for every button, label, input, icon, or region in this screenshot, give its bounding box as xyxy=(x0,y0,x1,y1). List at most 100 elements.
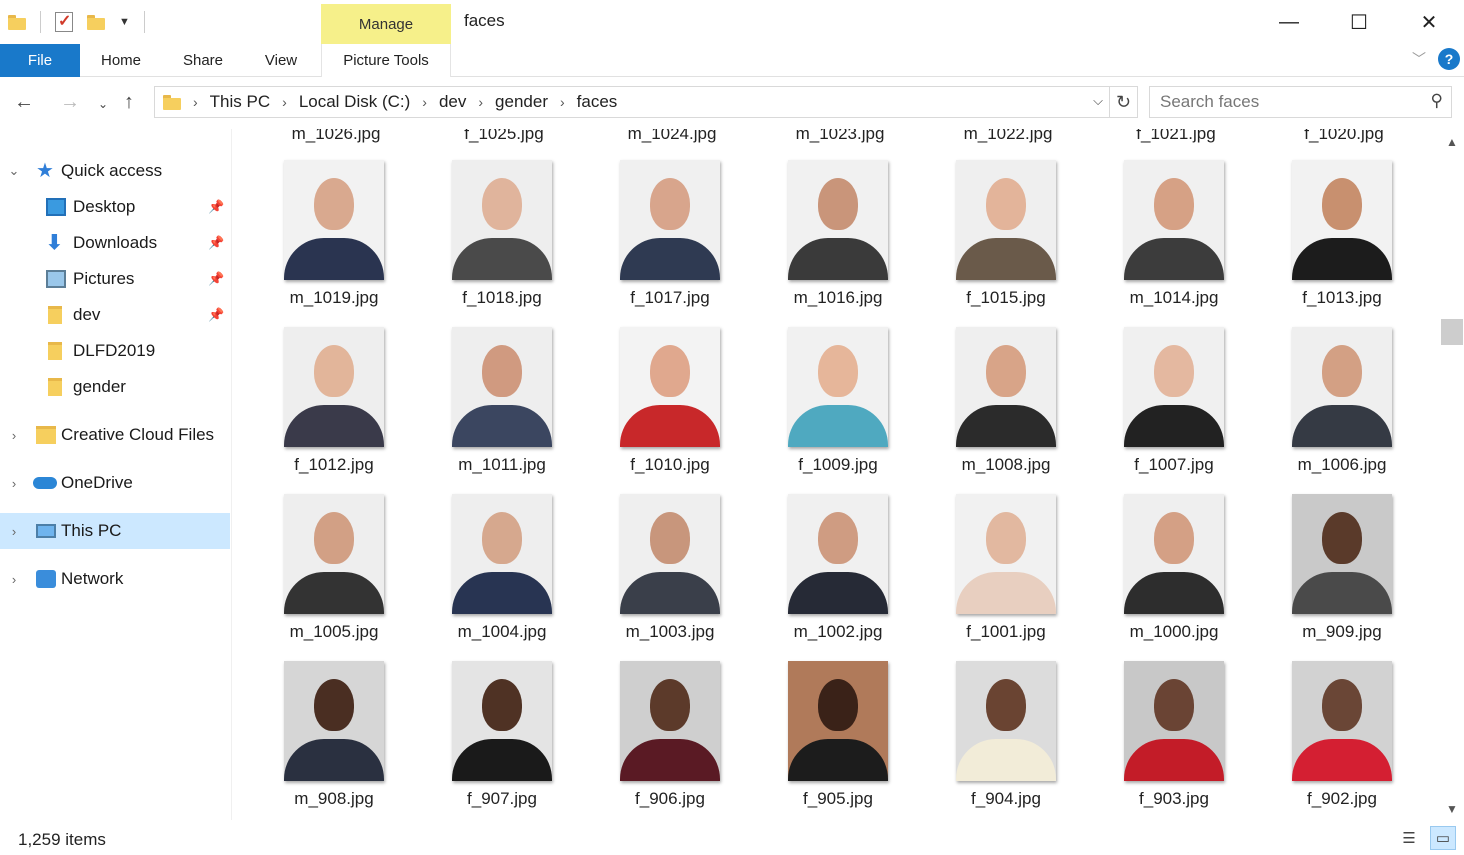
photo-thumbnail[interactable] xyxy=(452,661,552,781)
file-tile[interactable]: m_1004.jpg xyxy=(422,494,582,661)
file-tile[interactable]: m_909.jpg xyxy=(1262,494,1422,661)
pin-icon[interactable]: 📌 xyxy=(208,235,224,251)
close-button[interactable]: ✕ xyxy=(1394,0,1464,44)
tab-picture-tools[interactable]: Picture Tools xyxy=(321,44,451,77)
search-icon[interactable]: ⚲ xyxy=(1431,91,1443,111)
photo-thumbnail[interactable] xyxy=(620,661,720,781)
scrollbar-thumb[interactable] xyxy=(1441,319,1463,345)
file-tile[interactable]: m_1011.jpg xyxy=(422,327,582,494)
photo-thumbnail[interactable] xyxy=(956,160,1056,280)
photo-thumbnail[interactable] xyxy=(620,327,720,447)
file-tile[interactable]: m_1003.jpg xyxy=(590,494,750,661)
photo-thumbnail[interactable] xyxy=(956,661,1056,781)
file-tile[interactable]: m_1000.jpg xyxy=(1094,494,1254,661)
back-arrow-icon[interactable]: ← xyxy=(14,91,34,114)
file-name[interactable]: m_908.jpg xyxy=(254,789,414,809)
file-name[interactable]: f_1015.jpg xyxy=(926,288,1086,308)
properties-icon[interactable] xyxy=(55,11,73,32)
file-tile[interactable]: f_902.jpg xyxy=(1262,661,1422,820)
nav-item-dlfd2019[interactable]: DLFD2019 xyxy=(0,333,230,369)
nav-item-desktop[interactable]: Desktop 📌 xyxy=(0,189,230,225)
file-tile[interactable]: f_1015.jpg xyxy=(926,160,1086,327)
nav-item-onedrive[interactable]: › OneDrive xyxy=(0,465,230,501)
tab-view[interactable]: View xyxy=(252,44,310,77)
file-name[interactable]: f_1013.jpg xyxy=(1262,288,1422,308)
photo-thumbnail[interactable] xyxy=(284,327,384,447)
nav-item-gender[interactable]: gender xyxy=(0,369,230,405)
photo-thumbnail[interactable] xyxy=(788,327,888,447)
scroll-up-icon[interactable]: ▲ xyxy=(1446,135,1458,149)
nav-item-network[interactable]: › Network xyxy=(0,561,230,597)
chevron-right-icon[interactable]: › xyxy=(6,524,22,539)
chevron-down-icon[interactable]: ⌄ xyxy=(6,163,22,179)
file-name[interactable]: f_1001.jpg xyxy=(926,622,1086,642)
photo-thumbnail[interactable] xyxy=(788,494,888,614)
tab-share[interactable]: Share xyxy=(172,44,234,77)
file-name[interactable]: m_1000.jpg xyxy=(1094,622,1254,642)
file-tile[interactable]: m_1019.jpg xyxy=(254,160,414,327)
file-name[interactable]: f_1017.jpg xyxy=(590,288,750,308)
file-tile[interactable]: f_1017.jpg xyxy=(590,160,750,327)
file-name[interactable]: m_1026.jpg xyxy=(256,129,416,144)
file-name[interactable]: m_1002.jpg xyxy=(758,622,918,642)
photo-thumbnail[interactable] xyxy=(284,494,384,614)
photo-thumbnail[interactable] xyxy=(956,327,1056,447)
file-name[interactable]: f_902.jpg xyxy=(1262,789,1422,809)
photo-thumbnail[interactable] xyxy=(620,494,720,614)
help-icon[interactable]: ? xyxy=(1438,48,1460,70)
chevron-right-icon[interactable]: › xyxy=(6,428,22,443)
photo-thumbnail[interactable] xyxy=(788,661,888,781)
file-tile[interactable]: f_907.jpg xyxy=(422,661,582,820)
file-name[interactable]: f_1012.jpg xyxy=(254,455,414,475)
photo-thumbnail[interactable] xyxy=(284,160,384,280)
file-tile[interactable]: f_1013.jpg xyxy=(1262,160,1422,327)
file-name[interactable]: f_1010.jpg xyxy=(590,455,750,475)
photo-thumbnail[interactable] xyxy=(1124,327,1224,447)
chevron-right-icon[interactable]: › xyxy=(422,94,427,110)
file-name[interactable]: m_1011.jpg xyxy=(422,455,582,475)
file-name[interactable]: m_1003.jpg xyxy=(590,622,750,642)
file-name[interactable]: m_1004.jpg xyxy=(422,622,582,642)
file-name[interactable]: f_905.jpg xyxy=(758,789,918,809)
file-tile[interactable]: m_1002.jpg xyxy=(758,494,918,661)
file-name[interactable]: m_1008.jpg xyxy=(926,455,1086,475)
file-name[interactable]: m_1022.jpg xyxy=(928,129,1088,144)
breadcrumb-gender[interactable]: gender xyxy=(495,92,548,112)
nav-item-pictures[interactable]: Pictures 📌 xyxy=(0,261,230,297)
chevron-right-icon[interactable]: › xyxy=(6,476,22,491)
file-tile[interactable]: f_905.jpg xyxy=(758,661,918,820)
file-tile[interactable]: m_1008.jpg xyxy=(926,327,1086,494)
file-tile[interactable]: f_1001.jpg xyxy=(926,494,1086,661)
photo-thumbnail[interactable] xyxy=(788,160,888,280)
photo-thumbnail[interactable] xyxy=(1292,494,1392,614)
photo-thumbnail[interactable] xyxy=(284,661,384,781)
photo-thumbnail[interactable] xyxy=(1124,160,1224,280)
file-tile[interactable]: f_1018.jpg xyxy=(422,160,582,327)
file-tile[interactable]: m_1016.jpg xyxy=(758,160,918,327)
file-name[interactable]: m_1016.jpg xyxy=(758,288,918,308)
photo-thumbnail[interactable] xyxy=(452,160,552,280)
tab-home[interactable]: Home xyxy=(90,44,152,77)
photo-thumbnail[interactable] xyxy=(956,494,1056,614)
photo-thumbnail[interactable] xyxy=(1124,661,1224,781)
maximize-button[interactable]: ☐ xyxy=(1324,0,1394,44)
chevron-down-icon[interactable]: ⌵ xyxy=(1093,93,1103,109)
photo-thumbnail[interactable] xyxy=(620,160,720,280)
file-name[interactable]: m_1023.jpg xyxy=(760,129,920,144)
file-name[interactable]: f_904.jpg xyxy=(926,789,1086,809)
file-name[interactable]: f_1007.jpg xyxy=(1094,455,1254,475)
file-name[interactable]: m_1006.jpg xyxy=(1262,455,1422,475)
file-name[interactable]: f_1020.jpg xyxy=(1264,129,1424,144)
file-name[interactable]: f_903.jpg xyxy=(1094,789,1254,809)
file-name[interactable]: m_1019.jpg xyxy=(254,288,414,308)
manage-context-group[interactable]: Manage xyxy=(321,4,451,44)
scroll-down-icon[interactable]: ▼ xyxy=(1446,802,1458,816)
file-name[interactable]: m_1005.jpg xyxy=(254,622,414,642)
photo-thumbnail[interactable] xyxy=(452,494,552,614)
customize-toolbar-icon[interactable]: ▼ xyxy=(119,16,130,28)
file-name[interactable]: m_1014.jpg xyxy=(1094,288,1254,308)
refresh-icon[interactable]: ↻ xyxy=(1109,87,1137,117)
file-name[interactable]: f_906.jpg xyxy=(590,789,750,809)
chevron-right-icon[interactable]: › xyxy=(478,94,483,110)
nav-item-quick-access[interactable]: ⌄ ★ Quick access xyxy=(0,153,230,189)
